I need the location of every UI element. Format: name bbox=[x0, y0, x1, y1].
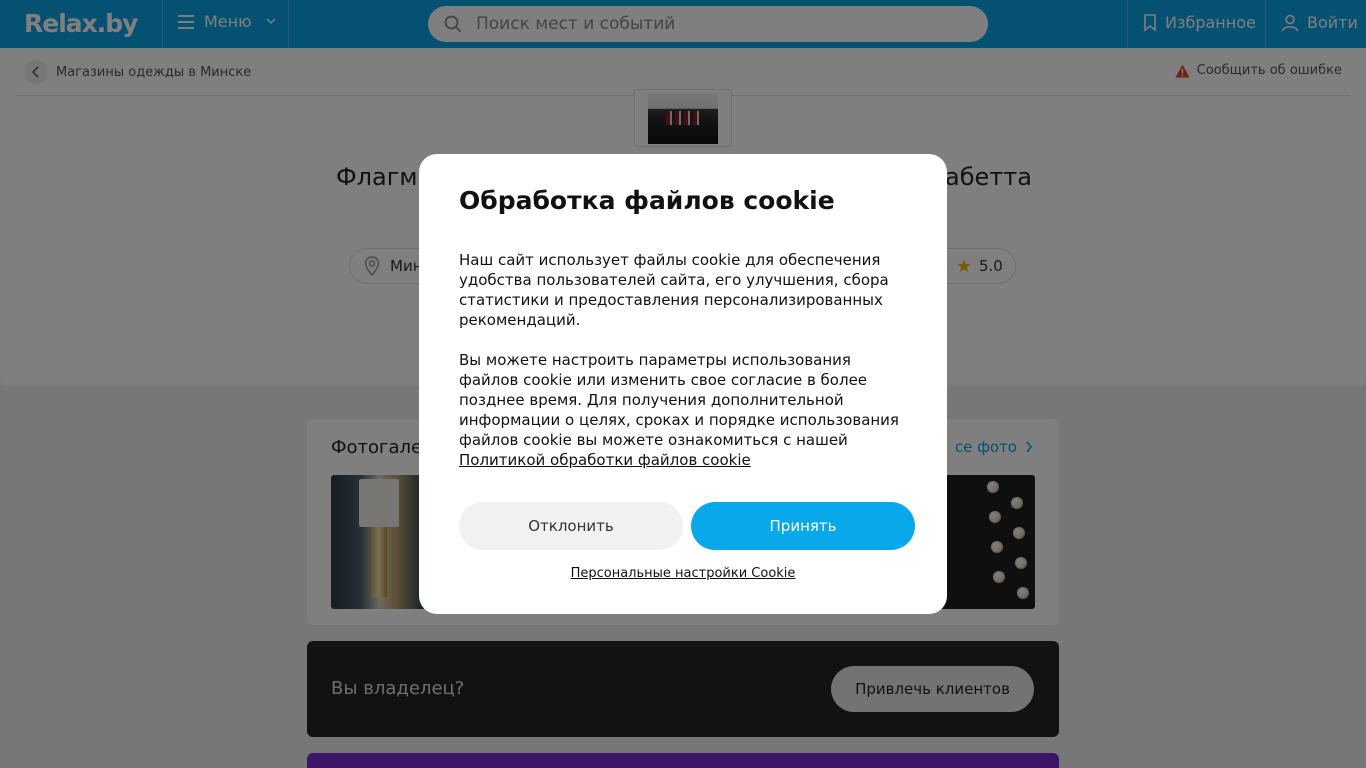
cookie-dialog-title: Обработка файлов cookie bbox=[459, 186, 835, 215]
decline-button[interactable]: Отклонить bbox=[459, 502, 683, 550]
cookie-policy-link[interactable]: Политикой обработки файлов cookie bbox=[459, 451, 751, 469]
cookie-description: Наш сайт использует файлы cookie для обе… bbox=[459, 251, 889, 329]
accept-button[interactable]: Принять bbox=[691, 502, 915, 550]
cookie-personal-settings-link[interactable]: Персональные настройки Cookie bbox=[419, 566, 947, 581]
cookie-settings-info: Вы можете настроить параметры использова… bbox=[459, 350, 911, 470]
cookie-consent-dialog: Обработка файлов cookie Наш сайт использ… bbox=[419, 154, 947, 614]
cookie-settings-text: Вы можете настроить параметры использова… bbox=[459, 351, 899, 449]
